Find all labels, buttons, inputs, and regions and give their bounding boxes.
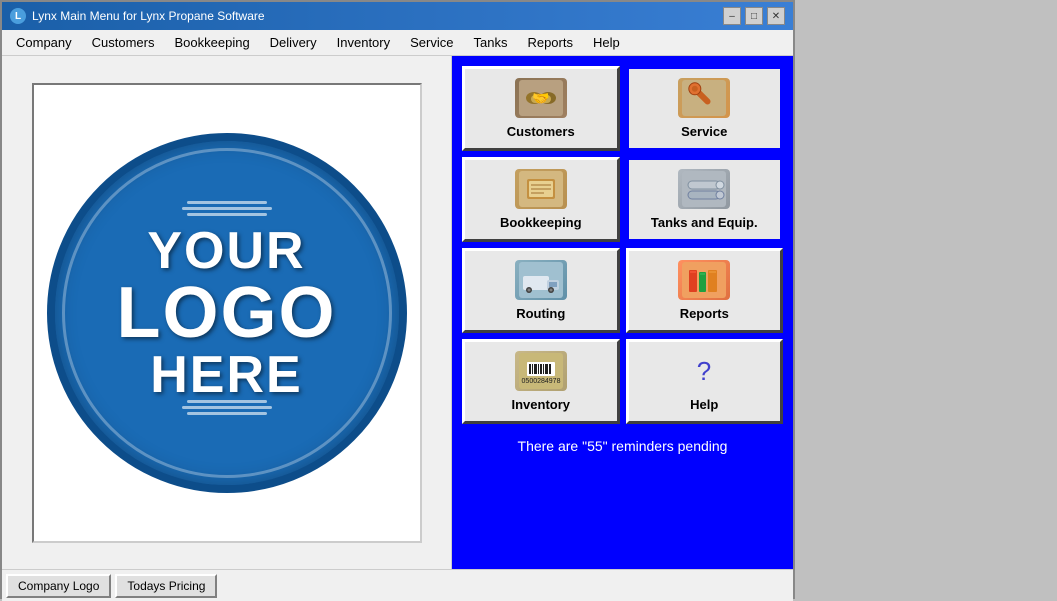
- logo-line-2: [182, 207, 272, 210]
- right-panel: 🤝 Customers: [452, 56, 793, 569]
- tanks-button[interactable]: Tanks and Equip.: [626, 157, 784, 242]
- logo-circle: YOUR LOGO HERE: [47, 133, 407, 493]
- logo-line-3: [187, 213, 267, 216]
- logo-line-1: [187, 201, 267, 204]
- tanks-icon: [678, 169, 730, 209]
- menu-company[interactable]: Company: [6, 32, 82, 53]
- inventory-button[interactable]: 0500284978 Inventory: [462, 339, 620, 424]
- help-button[interactable]: ? Help: [626, 339, 784, 424]
- close-button[interactable]: ✕: [767, 7, 785, 25]
- menu-customers[interactable]: Customers: [82, 32, 165, 53]
- reports-icon: [678, 260, 730, 300]
- inventory-label: Inventory: [511, 397, 570, 412]
- logo-text-here: HERE: [150, 349, 302, 401]
- inventory-icon: 0500284978: [515, 351, 567, 391]
- service-button[interactable]: Service: [626, 66, 784, 151]
- help-icon: ?: [678, 351, 730, 391]
- reports-label: Reports: [680, 306, 729, 321]
- customers-label: Customers: [507, 124, 575, 139]
- bookkeeping-label: Bookkeeping: [500, 215, 582, 230]
- logo-lines-top: [182, 201, 272, 216]
- left-panel: YOUR LOGO HERE: [2, 56, 452, 569]
- menu-service[interactable]: Service: [400, 32, 463, 53]
- routing-icon: [515, 260, 567, 300]
- logo-text-logo: LOGO: [117, 277, 337, 349]
- bookkeeping-icon: [515, 169, 567, 209]
- todays-pricing-button[interactable]: Todays Pricing: [115, 574, 217, 598]
- menu-reports[interactable]: Reports: [517, 32, 583, 53]
- svg-text:0500284978: 0500284978: [521, 378, 560, 385]
- svg-text:?: ?: [697, 356, 711, 386]
- main-window: L Lynx Main Menu for Lynx Propane Softwa…: [0, 0, 795, 599]
- reminder-text: There are "55" reminders pending: [518, 438, 728, 454]
- routing-button[interactable]: Routing: [462, 248, 620, 333]
- title-bar-controls: – □ ✕: [723, 7, 785, 25]
- service-label: Service: [681, 124, 727, 139]
- company-logo-button[interactable]: Company Logo: [6, 574, 111, 598]
- minimize-button[interactable]: –: [723, 7, 741, 25]
- maximize-button[interactable]: □: [745, 7, 763, 25]
- menu-delivery[interactable]: Delivery: [260, 32, 327, 53]
- routing-label: Routing: [516, 306, 565, 321]
- menu-inventory[interactable]: Inventory: [327, 32, 400, 53]
- app-icon: L: [10, 8, 26, 24]
- bookkeeping-button[interactable]: Bookkeeping: [462, 157, 620, 242]
- service-icon: [678, 78, 730, 118]
- menu-tanks[interactable]: Tanks: [463, 32, 517, 53]
- logo-area: YOUR LOGO HERE: [32, 83, 422, 543]
- menu-bar: Company Customers Bookkeeping Delivery I…: [2, 30, 793, 56]
- menu-help[interactable]: Help: [583, 32, 630, 53]
- help-label: Help: [690, 397, 718, 412]
- logo-text-your: YOUR: [147, 225, 305, 277]
- svg-text:🤝: 🤝: [532, 90, 549, 106]
- bottom-bar: Company Logo Todays Pricing: [2, 569, 793, 601]
- content-area: YOUR LOGO HERE: [2, 56, 793, 569]
- logo-line-6: [187, 412, 267, 415]
- reports-button[interactable]: Reports: [626, 248, 784, 333]
- window-title: Lynx Main Menu for Lynx Propane Software: [32, 9, 265, 23]
- title-bar: L Lynx Main Menu for Lynx Propane Softwa…: [2, 2, 793, 30]
- logo-line-5: [182, 406, 272, 409]
- tanks-label: Tanks and Equip.: [651, 215, 758, 230]
- customers-icon: 🤝: [515, 78, 567, 118]
- customers-button[interactable]: 🤝 Customers: [462, 66, 620, 151]
- menu-bookkeeping[interactable]: Bookkeeping: [165, 32, 260, 53]
- title-bar-left: L Lynx Main Menu for Lynx Propane Softwa…: [10, 8, 265, 24]
- button-grid: 🤝 Customers: [462, 66, 783, 424]
